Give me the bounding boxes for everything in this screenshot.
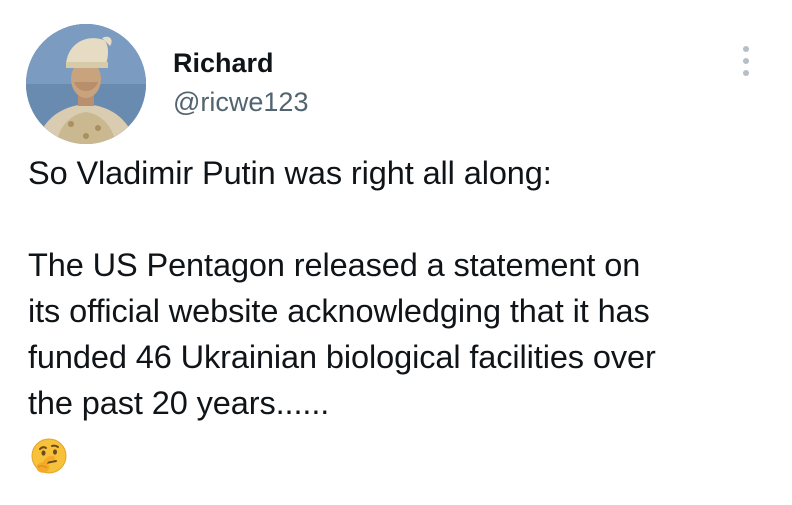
more-vertical-icon [743, 46, 749, 52]
tweet-text-line: its official website acknowledging that … [28, 293, 650, 329]
more-options-button[interactable] [732, 42, 760, 80]
more-vertical-icon-dot-2 [743, 58, 749, 64]
more-vertical-icon-dot-3 [743, 70, 749, 76]
author-avatar[interactable] [26, 24, 146, 144]
tweet-text: So Vladimir Putin was right all along: T… [28, 150, 778, 426]
thinking-face-icon [30, 437, 68, 475]
tweet-text-paragraph-1: So Vladimir Putin was right all along: [28, 155, 552, 191]
author-display-name[interactable]: Richard [173, 47, 274, 79]
author-handle[interactable]: @ricwe123 [173, 86, 308, 118]
tweet-text-line: funded 46 Ukrainian biological facilitie… [28, 339, 656, 375]
portrait-avatar-icon [26, 24, 146, 144]
tweet-card: Richard @ricwe123 So Vladimir Putin was … [0, 0, 792, 505]
tweet-text-line: the past 20 years...... [28, 385, 330, 421]
tweet-text-line: The US Pentagon released a statement on [28, 247, 641, 283]
